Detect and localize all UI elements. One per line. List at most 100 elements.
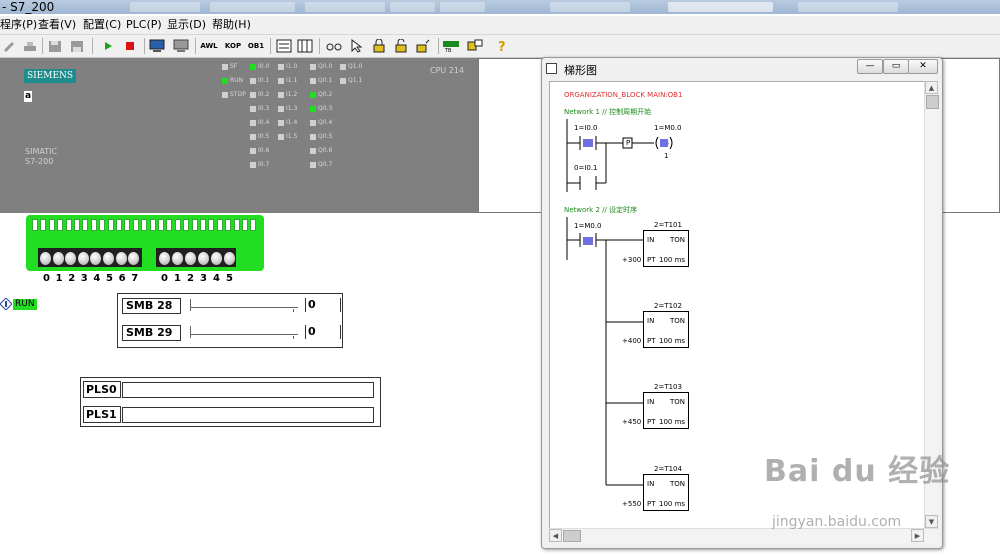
timer-type: TON: [670, 317, 686, 325]
kop-button[interactable]: KOP: [222, 37, 244, 55]
taskbar-tab[interactable]: [550, 2, 630, 12]
menu-program[interactable]: 程序(P): [0, 18, 37, 32]
scroll-up-icon[interactable]: ▲: [925, 81, 938, 94]
lock-arrow-icon[interactable]: [414, 37, 432, 55]
taskbar-tab[interactable]: [130, 2, 200, 12]
input-switch[interactable]: [224, 252, 235, 265]
menu-plc[interactable]: PLC(P): [126, 18, 162, 32]
input-switch[interactable]: [77, 252, 89, 265]
timer-in-label: IN: [647, 398, 655, 406]
status-led: [340, 78, 346, 84]
stop-icon[interactable]: [121, 37, 139, 55]
close-button[interactable]: ✕: [908, 59, 938, 74]
menu-view[interactable]: 查看(V): [38, 18, 76, 32]
window-title: - S7_200: [2, 0, 55, 14]
led-label: Q0.0: [318, 63, 333, 70]
input-switch[interactable]: [52, 252, 64, 265]
connector-pin: [242, 219, 248, 231]
input-switch[interactable]: [198, 252, 209, 265]
input-switch[interactable]: [103, 252, 114, 265]
scroll-down-icon[interactable]: ▼: [925, 515, 938, 528]
status-led: [310, 92, 316, 98]
smb-label: SMB 29: [122, 325, 181, 341]
led-label: STOP: [230, 91, 246, 98]
led-label: Q0.6: [318, 147, 333, 154]
lock-icon[interactable]: [370, 37, 388, 55]
menu-display[interactable]: 显示(D): [167, 18, 206, 32]
led-label: Q0.4: [318, 119, 333, 126]
connector-pin: [141, 219, 148, 231]
table-view-icon[interactable]: [296, 37, 314, 55]
pls1-field[interactable]: [122, 407, 374, 423]
erase-icon[interactable]: [21, 37, 39, 55]
timer-pt-label: PT: [647, 337, 656, 345]
cpu-model: CPU 214: [430, 66, 465, 75]
taskbar-tab[interactable]: [210, 2, 295, 12]
taskbar-tab[interactable]: [440, 2, 485, 12]
timer-in-label: IN: [647, 236, 655, 244]
settings-icon[interactable]: [466, 37, 484, 55]
connector-pin: [191, 219, 198, 231]
taskbar: [0, 0, 1000, 14]
minimize-button[interactable]: —: [857, 59, 883, 74]
horizontal-scrollbar[interactable]: ◀ ▶: [549, 528, 938, 543]
input-switch[interactable]: [115, 252, 127, 265]
taskbar-tab[interactable]: [305, 2, 385, 12]
smb29-slider[interactable]: [184, 325, 302, 341]
connector-pin: [116, 219, 122, 231]
monitor-icon[interactable]: [148, 37, 166, 55]
scroll-thumb[interactable]: [563, 530, 581, 542]
menu-help[interactable]: 帮助(H): [212, 18, 251, 32]
scroll-right-icon[interactable]: ▶: [911, 529, 924, 542]
disk-icon[interactable]: [46, 37, 64, 55]
input-switch[interactable]: [159, 252, 170, 265]
input-switch[interactable]: [211, 252, 222, 265]
timer-type: TON: [670, 398, 686, 406]
smb28-value[interactable]: 0: [305, 298, 341, 312]
led-label: I1.4: [286, 119, 298, 126]
status-led: [250, 106, 256, 112]
input-switch[interactable]: [40, 252, 51, 265]
edit-icon[interactable]: [0, 37, 18, 55]
connector-pin: [32, 219, 38, 231]
menu-config[interactable]: 配置(C): [83, 18, 121, 32]
connector-pin: [149, 219, 156, 231]
status-led: [278, 64, 284, 70]
smb28-slider[interactable]: [184, 298, 302, 314]
plc-mode-indicator: a: [24, 91, 32, 102]
disk-icon[interactable]: [68, 37, 86, 55]
input-switch[interactable]: [185, 252, 196, 265]
tb-counter-icon[interactable]: TB: [442, 37, 460, 55]
scroll-thumb[interactable]: [926, 95, 939, 109]
smb29-value[interactable]: 0: [305, 325, 341, 339]
pls0-field[interactable]: [122, 382, 374, 398]
help-icon[interactable]: ?: [493, 37, 511, 55]
monitor-off-icon[interactable]: [172, 37, 190, 55]
input-switch[interactable]: [172, 252, 183, 265]
ob1-button[interactable]: OB1: [245, 37, 267, 55]
watermark-brand: Bai du 经验: [764, 454, 951, 489]
awl-button[interactable]: AWL: [198, 37, 220, 55]
ladder-view-icon[interactable]: [275, 37, 293, 55]
scroll-left-icon[interactable]: ◀: [549, 529, 562, 542]
connector-pin: [74, 219, 80, 231]
taskbar-tab[interactable]: [390, 2, 435, 12]
switch-number: 3: [80, 273, 88, 284]
unlock-icon[interactable]: [392, 37, 410, 55]
taskbar-tab[interactable]: [668, 2, 773, 12]
run-mode-icon[interactable]: [0, 297, 13, 311]
maximize-button[interactable]: ▭: [883, 59, 909, 74]
smb-row: SMB 29 0: [120, 322, 341, 344]
pointer-icon[interactable]: [348, 37, 366, 55]
switch-number: 2: [68, 273, 76, 284]
smb-label: SMB 28: [122, 298, 181, 314]
timer-in-label: IN: [647, 480, 655, 488]
led-label: Q0.2: [318, 91, 333, 98]
run-play-icon[interactable]: [99, 37, 117, 55]
status-led: [278, 78, 284, 84]
glasses-icon[interactable]: [325, 37, 343, 55]
led-label: I0.6: [258, 147, 270, 154]
led-label: Q1.0: [348, 63, 363, 70]
status-led: [310, 78, 316, 84]
taskbar-tab[interactable]: [798, 2, 898, 12]
